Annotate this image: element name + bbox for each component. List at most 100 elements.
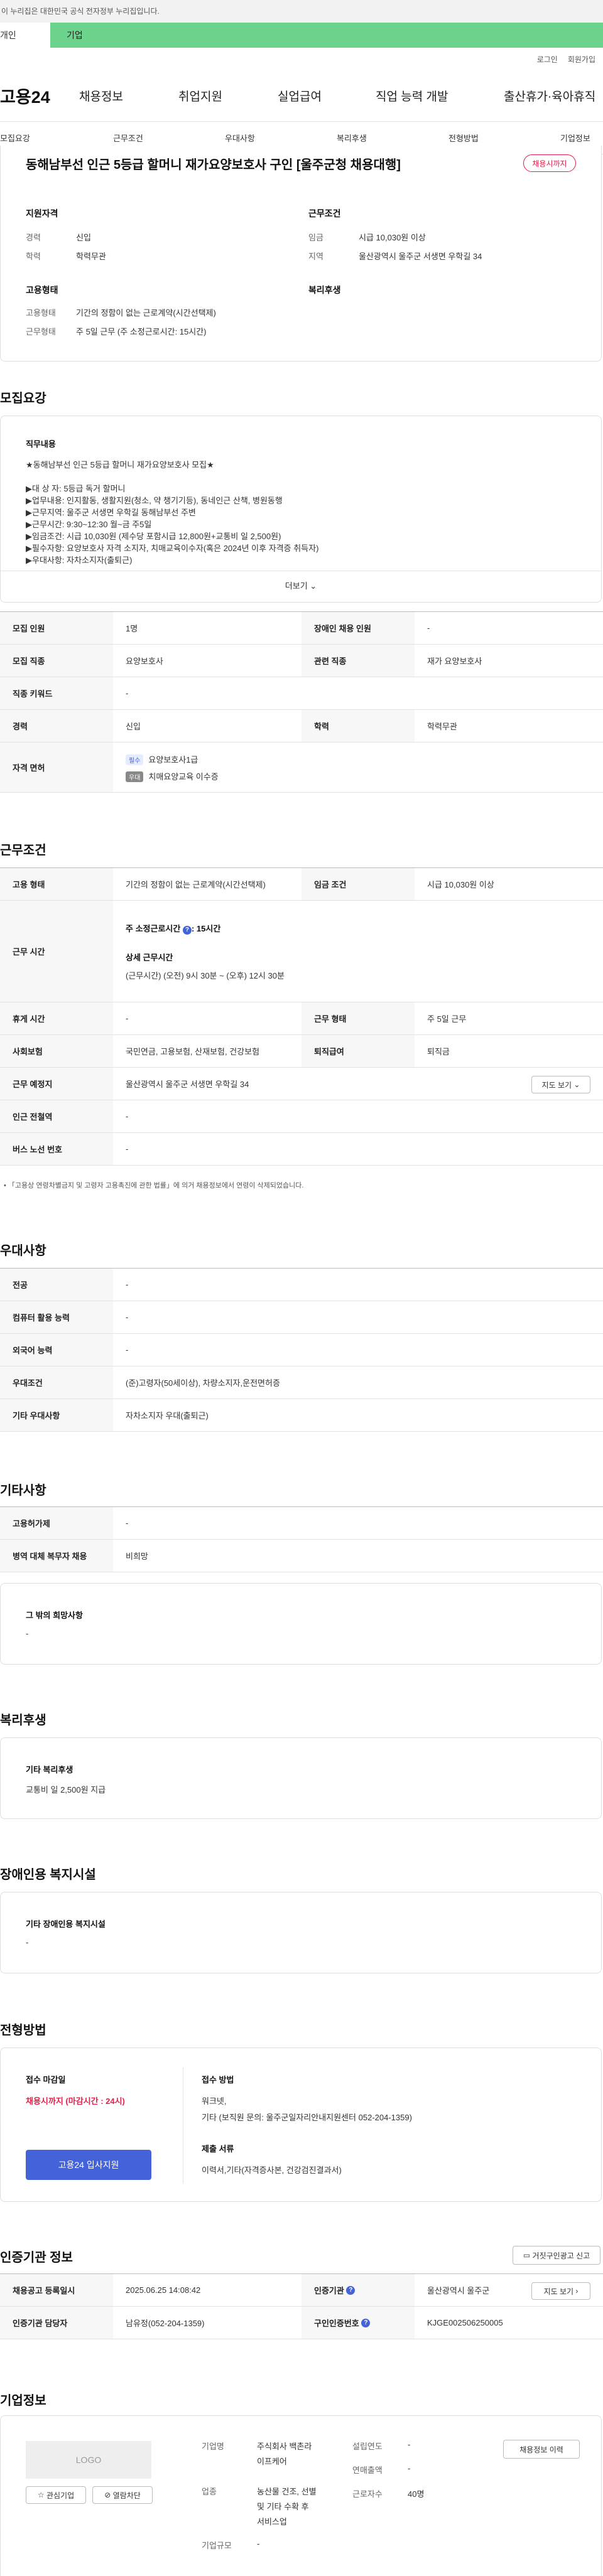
anchor-pref[interactable]: 우대사항 [225,132,255,144]
table-row: 우대조건 (준)고령자(50세이상), 차량소지자,운전면허증 [0,1366,603,1399]
block-label: 열람차단 [112,2491,141,2500]
td-disabled-count: - [427,623,430,633]
work-table: 고용 형태 기간의 정함이 없는 근로계약(시간선택제) 임금 조건 시급 10… [0,867,603,1166]
disabled-box-value: - [26,1938,29,1947]
recruit-title: 모집요강 [0,392,46,405]
td-career: 신입 [126,722,141,731]
company-title: 기업정보 [0,2394,46,2408]
detail-hours-label: 상세 근무시간 [126,952,173,962]
td-subway: - [126,1112,129,1121]
pref-td: - [126,1280,129,1289]
td-license: 필수 요양보호사1급 우대 치매요양교육 이수증 [113,743,603,792]
th-work-time: 근무 시간 [0,901,113,1002]
table-row: 버스 노선 번호 - [0,1133,603,1166]
table-row: 휴게 시간 - 근무 형태 주 5일 근무 [0,1002,603,1035]
tab-personal[interactable]: 개인 [0,23,50,48]
td-job-type: 요양보호사 [126,657,163,666]
th-job-type: 모집 직종 [0,645,113,677]
disabled-box-head: 기타 장애인용 복지시설 [26,1919,106,1929]
document-icon: ▭ [523,2251,531,2260]
etc-box: 그 밖의 희망사항 - [0,1583,602,1665]
th-rest: 휴게 시간 [0,1002,113,1034]
anchor-company[interactable]: 기업정보 [560,132,590,144]
td-auth-manager: 남유정(052-204-1359) [126,2319,205,2328]
global-nav: 고용24 채용정보 취업지원 실업급여 직업 능력 개발 출산휴가·육아휴직 [0,70,603,122]
apply-button[interactable]: 고용24 입사지원 [26,2150,151,2180]
process-title: 전형방법 [0,2024,46,2037]
company-name-1: 주식회사 백촌라 [257,2442,312,2451]
industry-2: 및 기타 수확 후 [257,2502,309,2511]
pref-td: 자차소지자 우대(출퇴근) [126,1411,209,1420]
nav-unemployment[interactable]: 실업급여 [278,87,322,104]
cond-heading: 근무조건 [308,208,341,218]
anchor-welfare[interactable]: 복리후생 [337,132,367,144]
site-logo[interactable]: 고용24 [0,83,79,108]
nav-employment-support[interactable]: 취업지원 [178,87,222,104]
auth-map-button[interactable]: 지도 보기 › [531,2282,590,2300]
process-box: 접수 마감일 채용시까지 (마감시간 : 24시) 고용24 입사지원 접수 방… [0,2047,602,2202]
size-value: - [257,2539,260,2548]
license-name: 치매요양교육 이수증 [148,771,219,781]
th-emp-type: 고용 형태 [0,868,113,900]
th-military: 병역 대체 복무자 채용 [0,1540,113,1572]
job-title: 동해남부선 인근 5등급 할머니 재가요양보호사 구인 [울주군청 채용대행] [26,158,401,172]
anchor-process[interactable]: 전형방법 [448,132,479,144]
weekly-hours-value: : 15시간 [191,923,221,933]
summary-card: 동해남부선 인근 5등급 할머니 재가요양보호사 구인 [울주군청 채용대행] … [0,146,602,362]
tab-business[interactable]: 기업 [50,23,603,48]
map-button[interactable]: 지도 보기 ⌄ [531,1076,590,1093]
anchor-work[interactable]: 근무조건 [113,132,143,144]
size-label: 기업규모 [202,2541,232,2550]
more-button[interactable]: 더보기 ⌄ [1,579,601,591]
fav-company-button[interactable]: ☆ 관심기업 [26,2486,86,2504]
th-auth-no: 구인인증번호 ? [302,2307,415,2339]
welfare-heading: 복리후생 [308,285,341,295]
chevron-down-icon: ⌄ [310,581,317,591]
table-row: 채용공고 등록일시 2025.06.25 14:08:42 인증기관 ? 울산광… [0,2274,603,2307]
th-bus: 버스 노선 번호 [0,1133,113,1165]
wage-label: 임금 [308,233,323,242]
table-row: 자격 면허 필수 요양보호사1급 우대 치매요양교육 이수증 [0,743,603,793]
hiring-history-button[interactable]: 채용정보 이력 [503,2440,580,2459]
anchor-recruit[interactable]: 모집요강 [0,132,30,144]
license-name: 요양보호사1급 [148,754,198,765]
duty-line: ▶업무내용: 인지활동, 생활지원(청소, 약 챙기기등), 동네인근 산책, … [26,496,283,505]
table-row: 사회보험 국민연금, 고용보험, 산재보험, 건강보험 퇴직급여 퇴직금 [0,1035,603,1068]
false-ad-report-button[interactable]: ▭ 거짓구인광고 신고 [513,2246,600,2265]
user-type-tabs: 개인 기업 [0,23,603,48]
area-label: 지역 [308,252,323,261]
welfare-box-head: 기타 복리후생 [26,1765,73,1774]
pref-table: 전공 - 컴퓨터 활용 능력 - 외국어 능력 - 우대조건 (준)고령자(50세이상), 차… [0,1268,603,1432]
year-label: 설립연도 [352,2442,383,2451]
td-military: 비희망 [126,1552,148,1561]
bullet-icon: • [4,1182,6,1189]
help-icon[interactable]: ? [182,925,192,935]
star-icon: ☆ [37,2491,45,2499]
year-value: - [408,2440,411,2449]
table-row: 전공 - [0,1269,603,1301]
signup-link[interactable]: 회원가입 [568,54,595,65]
company-name-label: 기업명 [202,2442,224,2451]
td-bus: - [126,1144,129,1154]
nav-jobs[interactable]: 채용정보 [79,87,123,104]
more-label: 더보기 [285,581,308,591]
th-subway: 인근 전철역 [0,1100,113,1132]
block-view-button[interactable]: ⊘ 열람차단 [92,2486,153,2504]
pref-th: 기타 우대사항 [0,1399,113,1431]
help-icon[interactable]: ? [346,2285,356,2295]
nav-parental-leave[interactable]: 출산휴가·육아휴직 [504,87,595,104]
license-item: 우대 치매요양교육 이수증 [126,770,219,782]
duty-box: 직무내용 ★동해남부선 인근 5등급 할머니 재가요양보호사 모집★ ▶대 상 자… [0,416,602,603]
deadline-value: 채용시까지 (마감시간 : 24시) [26,2096,125,2106]
th-reg-date: 채용공고 등록일시 [0,2274,113,2306]
worktype-value: 주 5일 근무 (주 소정근로시간: 15시간) [76,327,207,336]
map-button-label: 지도 보기 [543,2287,574,2296]
td-workplace: 울산광역시 울주군 서생면 우학길 34 [126,1080,249,1089]
help-icon[interactable]: ? [361,2318,371,2327]
nav-training[interactable]: 직업 능력 개발 [376,87,448,104]
auth-org-label: 인증기관 [314,2286,344,2295]
age-note: • 「고용상 연령차별금지 및 고령자 고용촉진에 관한 법률」에 의거 채용정… [4,1180,303,1190]
table-row: 경력 신입 학력 학력무관 [0,710,603,743]
sales-value: - [408,2464,411,2473]
login-link[interactable]: 로그인 [537,54,558,65]
